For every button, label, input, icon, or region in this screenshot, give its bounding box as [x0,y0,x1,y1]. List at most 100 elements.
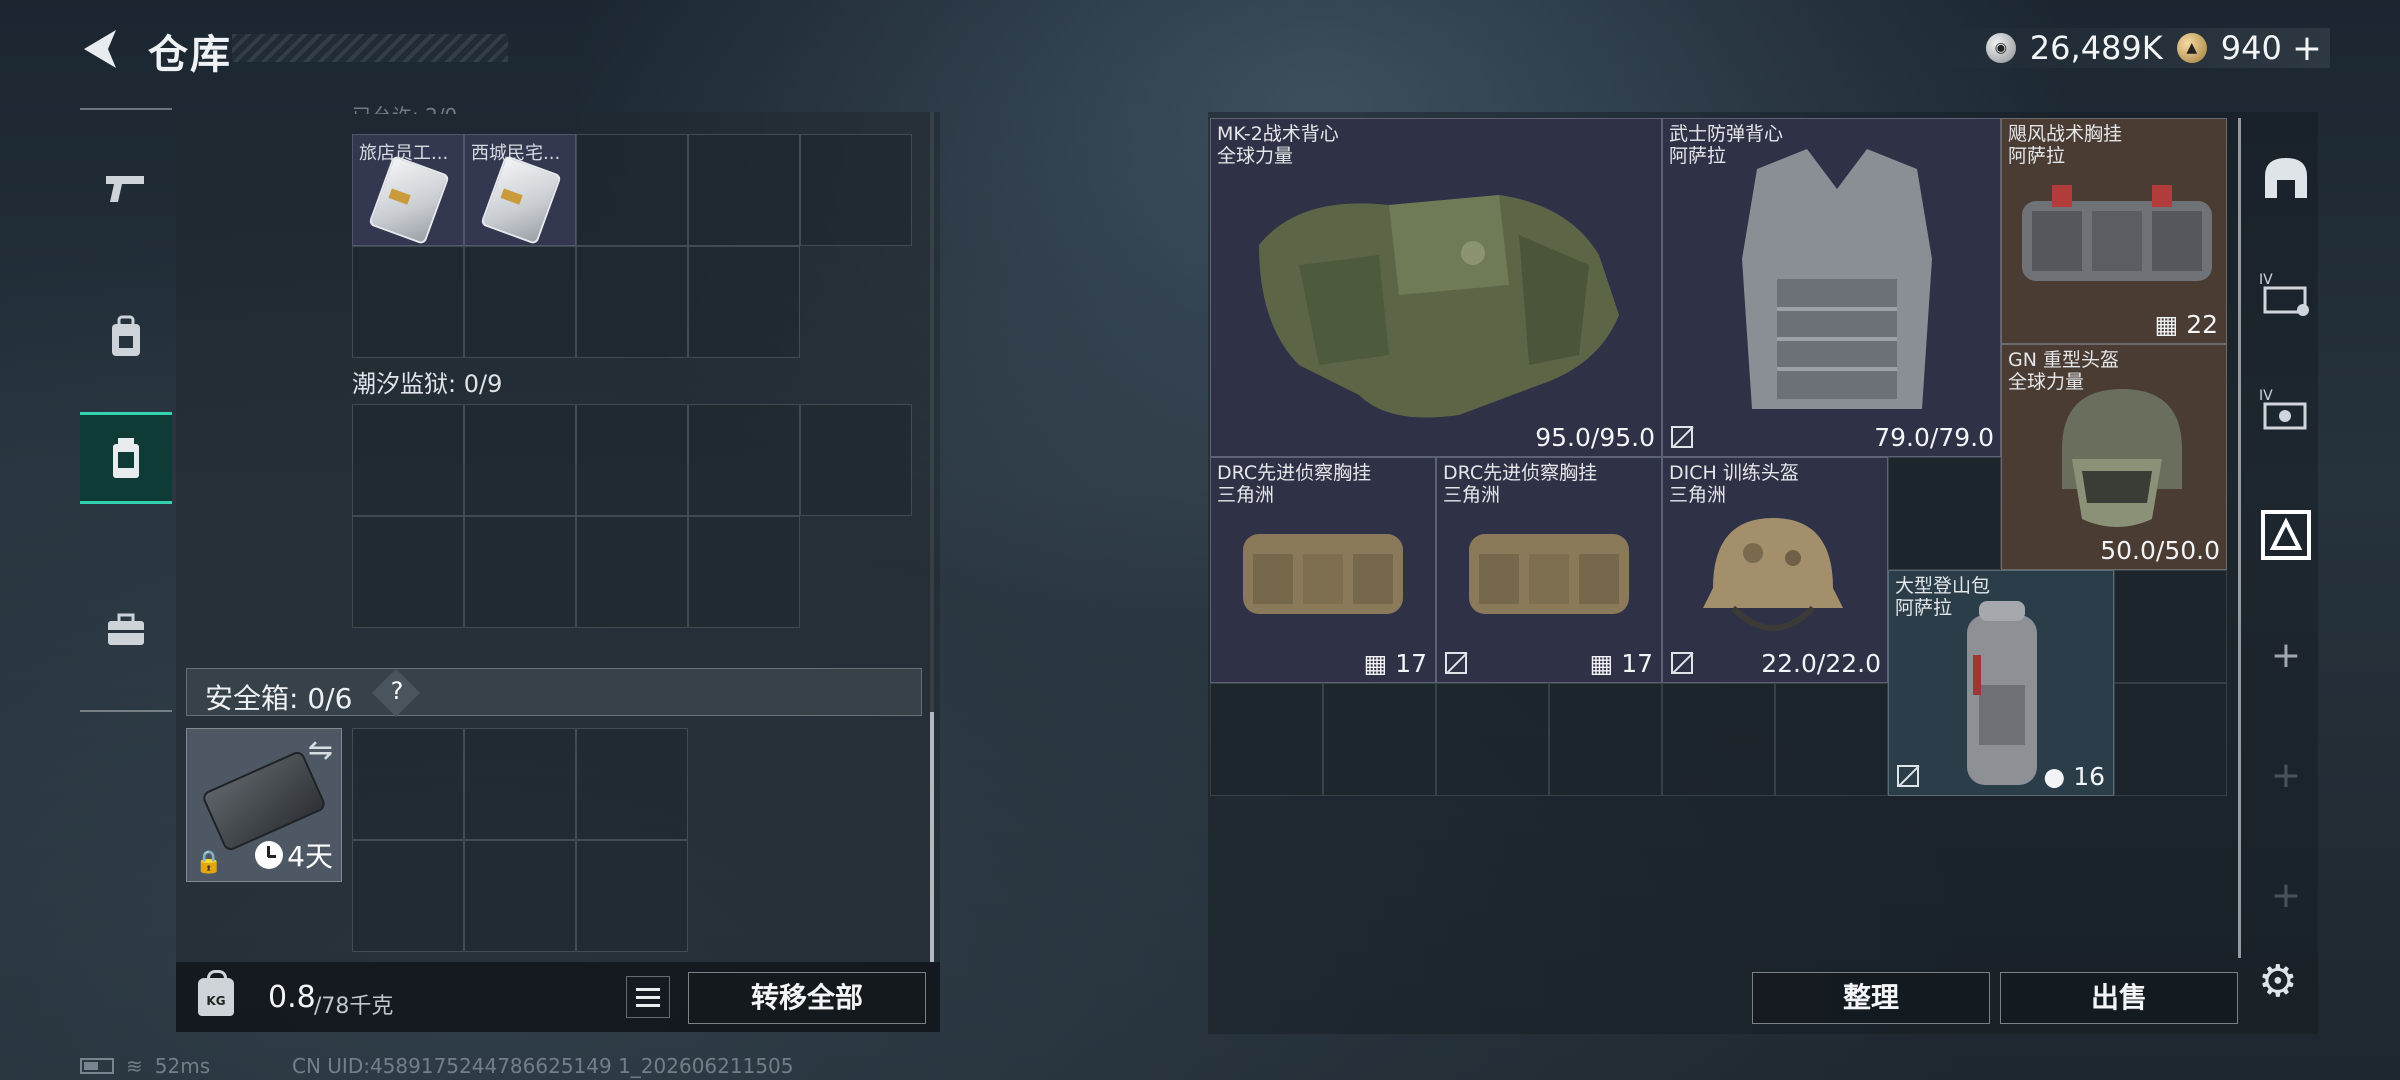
stash-cell[interactable] [1662,683,1775,796]
item-capacity: ▦ 17 [1364,649,1427,678]
add-stash-tab-button[interactable]: + [2251,620,2321,690]
capacity-value: 22 [2186,310,2218,339]
stash-item-drc-rig-1[interactable]: DRC先进侦察胸挂 三角洲 ▦ 17 [1210,457,1436,683]
stash-cell[interactable] [2114,683,2227,796]
stash-cell[interactable] [1436,683,1549,796]
wifi-icon: ≋ [126,1054,143,1078]
empty-slot[interactable] [464,404,576,516]
back-button[interactable] [78,26,124,72]
stash-item-drc-rig-2[interactable]: DRC先进侦察胸挂 三角洲 ▦ 17 [1436,457,1662,683]
stash-item-gn-helmet[interactable]: GN 重型头盔 全球力量 50.0/50.0 [2001,344,2227,570]
stash-cell[interactable] [2114,570,2227,683]
empty-slot[interactable] [800,134,912,246]
stash-cell[interactable] [1210,683,1323,796]
gold-coin-icon: ▲ [2176,33,2207,63]
sell-button[interactable]: 出售 [2000,972,2238,1024]
recon-rig-icon [1469,534,1629,614]
scrollbar-thumb[interactable] [930,712,934,962]
gear-icon[interactable]: ⚙ [2258,956,2297,1007]
stash-tab-active[interactable] [2251,500,2321,570]
empty-slot[interactable] [352,246,464,358]
capacity-value: 16 [2073,762,2105,791]
empty-slot[interactable] [576,134,688,246]
item-durability: 22.0/22.0 [1761,649,1881,678]
list-view-button[interactable] [626,976,670,1018]
item-origin: 阿萨拉 [1669,145,1727,167]
stash-expansion-icon: IV [2259,272,2309,316]
empty-slot[interactable] [352,840,464,952]
empty-slot[interactable] [576,728,688,840]
stash-item-mk2-vest[interactable]: MK-2战术背心 全球力量 95.0/95.0 [1210,118,1662,457]
weight-bar: KG 0.8 /78千克 转移全部 [176,962,940,1032]
stash-tab-main[interactable] [2251,142,2321,212]
stash-item-hurricane-rig[interactable]: 飓风战术胸挂 阿萨拉 ▦ 22 [2001,118,2227,344]
item-label: 飓风战术胸挂 阿萨拉 [2008,123,2122,167]
rail-item-weapons[interactable] [80,142,172,234]
sort-button[interactable]: 整理 [1752,972,1990,1024]
rail-item-equipment[interactable] [80,290,172,382]
no-insurance-icon [1445,652,1467,674]
training-helmet-icon [1703,518,1843,631]
rail-item-toolbox[interactable] [80,584,172,676]
status-bar: ≋ 52ms [80,1054,210,1078]
safe-box-slot[interactable]: ⇋ 🔒 4天 [186,728,342,882]
battery-icon [80,1058,114,1074]
keycard-icon [480,154,562,246]
item-durability: 95.0/95.0 [1535,423,1655,452]
stash-item-dich-helmet[interactable]: DICH 训练头盔 三角洲 22.0/22.0 [1662,457,1888,683]
stash-item-hiking-backpack[interactable]: 大型登山包 阿萨拉 ● 16 [1888,570,2114,796]
item-origin: 三角洲 [1217,484,1275,506]
stash-cell[interactable] [1549,683,1662,796]
svg-text:IV: IV [2259,272,2273,288]
empty-slot[interactable] [464,728,576,840]
add-currency-button[interactable]: + [2292,28,2322,69]
stash-item-samurai-vest[interactable]: 武士防弹背心 阿萨拉 79.0/79.0 [1662,118,2001,457]
empty-slot[interactable] [352,516,464,628]
item-label: 武士防弹背心 阿萨拉 [1669,123,1783,167]
item-name: DRC先进侦察胸挂 [1443,462,1598,484]
item-slot[interactable]: 旅店员工... [352,134,464,246]
empty-slot[interactable] [688,516,800,628]
empty-slot[interactable] [688,134,800,246]
empty-slot[interactable] [576,516,688,628]
recon-rig-icon [1243,534,1403,614]
empty-slot[interactable] [576,840,688,952]
empty-slot[interactable] [576,404,688,516]
ping-value: 52ms [154,1054,211,1078]
heavy-helmet-icon [2062,389,2182,527]
container-icon [113,438,139,478]
item-label: MK-2战术背心 全球力量 [1217,123,1339,167]
safe-box-duration: 4天 [255,835,333,875]
stash-cell[interactable] [1323,683,1436,796]
days-remaining: 4天 [287,840,333,873]
list-icon [636,987,660,991]
item-name: MK-2战术背心 [1217,123,1339,145]
stash-tab-iv-1[interactable]: IV [2251,258,2321,328]
stash-tab-iv-2[interactable]: IV [2251,374,2321,444]
section-label-partial: 已允许: 2/0 [352,100,457,114]
swap-icon[interactable]: ⇋ [308,733,333,768]
empty-slot[interactable] [576,246,688,358]
rail-item-containers[interactable] [80,412,172,504]
add-stash-tab-button-disabled[interactable]: + [2251,860,2321,930]
empty-slot[interactable] [464,516,576,628]
empty-slot[interactable] [688,404,800,516]
help-icon[interactable]: ? [387,677,407,705]
item-origin: 三角洲 [1443,484,1501,506]
transfer-all-button[interactable]: 转移全部 [688,972,926,1024]
stash-cell[interactable] [1888,457,2001,570]
empty-slot[interactable] [352,404,464,516]
empty-slot[interactable] [464,246,576,358]
stash-cell[interactable] [1775,683,1888,796]
category-rail [80,108,172,712]
add-stash-tab-button-disabled[interactable]: + [2251,740,2321,810]
empty-slot[interactable] [352,728,464,840]
empty-slot[interactable] [800,404,912,516]
silver-amount: 26,489K [2029,29,2163,67]
empty-slot[interactable] [688,246,800,358]
item-name: 大型登山包 [1895,575,1991,597]
no-insurance-icon [1671,652,1693,674]
gold-amount: 940 [2220,29,2282,67]
empty-slot[interactable] [464,840,576,952]
item-slot[interactable]: 西城民宅... [464,134,576,246]
